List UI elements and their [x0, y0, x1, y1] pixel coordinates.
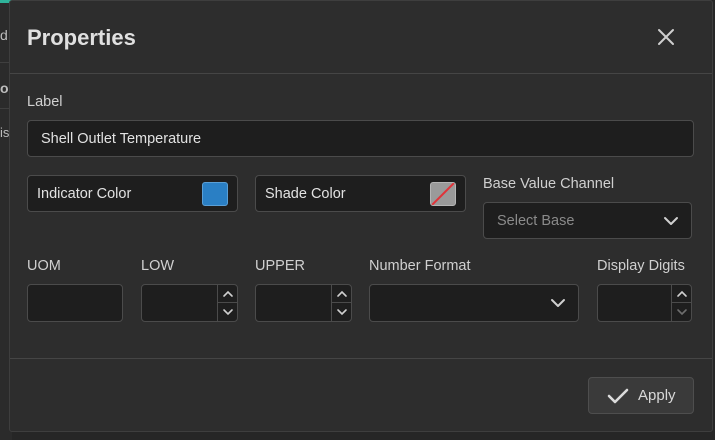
number-format-label: Number Format: [369, 258, 471, 274]
label-field-label: Label: [27, 94, 63, 110]
dialog-title: Properties: [27, 25, 136, 50]
base-value-channel-select[interactable]: Select Base: [483, 202, 692, 239]
close-icon: [658, 29, 674, 45]
label-input[interactable]: Shell Outlet Temperature: [27, 120, 694, 157]
chevron-down-icon: [222, 309, 233, 316]
shade-color-label: Shade Color: [265, 185, 346, 202]
display-digits-spin-buttons: [671, 285, 691, 321]
upper-stepper[interactable]: [255, 284, 352, 322]
indicator-color-label: Indicator Color: [37, 185, 132, 202]
low-stepper[interactable]: [141, 284, 238, 322]
apply-button[interactable]: Apply: [588, 377, 694, 414]
apply-button-label: Apply: [638, 387, 676, 404]
number-format-select[interactable]: [369, 284, 579, 322]
chevron-down-icon: [551, 299, 565, 307]
uom-label: UOM: [27, 258, 61, 274]
upper-increment-button[interactable]: [332, 285, 351, 303]
chevron-up-icon: [336, 290, 347, 297]
low-decrement-button[interactable]: [218, 303, 237, 321]
low-label: LOW: [141, 258, 175, 274]
indicator-color-picker[interactable]: Indicator Color: [27, 175, 238, 212]
chevron-down-icon: [664, 216, 678, 225]
header-divider: [10, 73, 712, 74]
upper-label: UPPER: [255, 258, 305, 274]
low-spin-buttons: [217, 285, 237, 321]
shade-color-picker[interactable]: Shade Color: [255, 175, 466, 212]
display-digits-increment-button[interactable]: [672, 285, 691, 303]
chevron-up-icon: [676, 290, 687, 297]
display-digits-decrement-button[interactable]: [672, 303, 691, 321]
label-input-value: Shell Outlet Temperature: [41, 130, 202, 147]
display-digits-stepper[interactable]: [597, 284, 692, 322]
chevron-up-icon: [222, 290, 233, 297]
close-button[interactable]: [656, 27, 676, 47]
properties-dialog: Properties Label Shell Outlet Temperatur…: [9, 0, 713, 432]
checkmark-icon: [607, 388, 629, 403]
upper-spin-buttons: [331, 285, 351, 321]
footer-divider: [10, 358, 712, 359]
chevron-down-icon: [336, 309, 347, 316]
base-value-channel-label: Base Value Channel: [483, 176, 615, 192]
upper-decrement-button[interactable]: [332, 303, 351, 321]
low-increment-button[interactable]: [218, 285, 237, 303]
base-value-channel-placeholder: Select Base: [497, 212, 575, 229]
no-color-icon: [430, 182, 456, 206]
indicator-color-swatch: [202, 182, 228, 206]
uom-input[interactable]: [27, 284, 123, 322]
chevron-down-icon: [676, 309, 687, 316]
display-digits-label: Display Digits: [597, 258, 685, 274]
